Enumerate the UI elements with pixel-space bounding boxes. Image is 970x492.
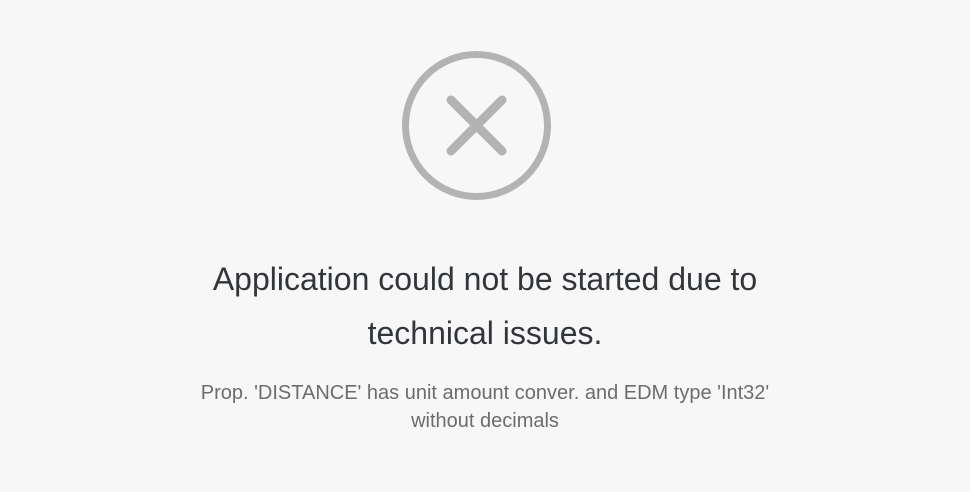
- circle-x-icon: [402, 51, 551, 200]
- error-page: Application could not be started due to …: [0, 0, 970, 492]
- error-title: Application could not be started due to …: [212, 261, 758, 351]
- error-icon: [400, 49, 553, 202]
- error-description: Prop. 'DISTANCE' has unit amount conver.…: [200, 382, 770, 432]
